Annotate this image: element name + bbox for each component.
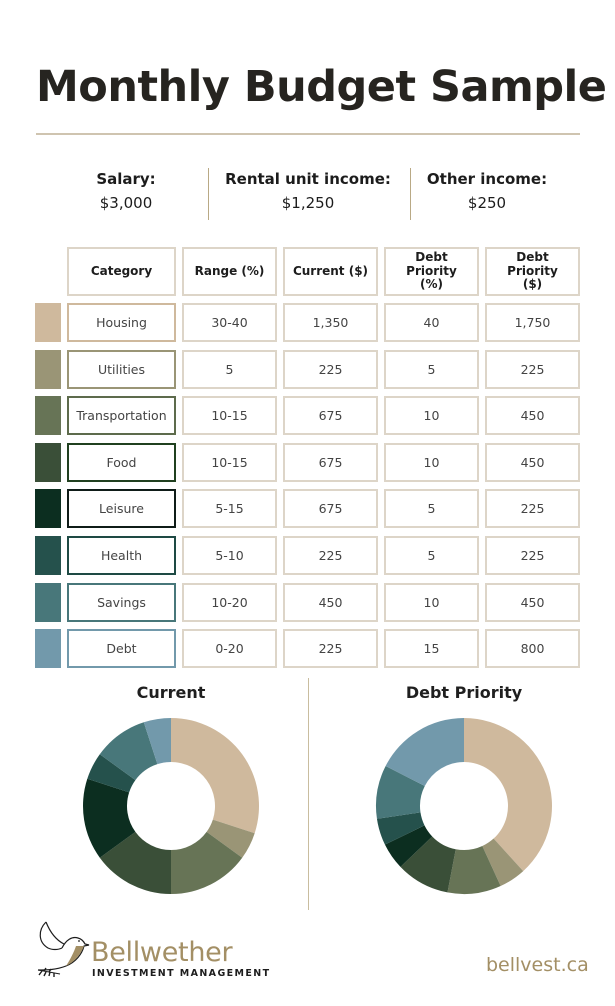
cell-range: 5 bbox=[182, 349, 277, 389]
cell-debt-priority-usd: 800 bbox=[485, 629, 580, 669]
cell-category: Savings bbox=[67, 582, 176, 622]
cell-debt-priority-pct: 5 bbox=[384, 536, 479, 575]
cell-category: Leisure bbox=[67, 489, 176, 529]
donut-chart-debt-priority bbox=[376, 718, 552, 894]
category-color-swatch bbox=[35, 629, 61, 669]
income-rental: Rental unit income: $1,250 bbox=[218, 170, 398, 212]
cell-debt-priority-usd: 225 bbox=[485, 489, 580, 529]
donut-slice-housing bbox=[171, 718, 259, 834]
cell-debt-priority-usd: 225 bbox=[485, 349, 580, 389]
cell-current: 675 bbox=[283, 396, 378, 436]
category-color-swatch bbox=[35, 536, 61, 575]
header-category: Category bbox=[67, 247, 176, 296]
income-salary: Salary: $3,000 bbox=[36, 170, 216, 212]
chart-divider bbox=[308, 678, 309, 910]
income-value: $250 bbox=[467, 194, 507, 212]
donut-chart-current bbox=[83, 718, 259, 894]
cell-debt-priority-pct: 10 bbox=[384, 582, 479, 622]
cell-category: Utilities bbox=[67, 349, 176, 389]
cell-debt-priority-pct: 15 bbox=[384, 629, 479, 669]
cell-range: 10-15 bbox=[182, 442, 277, 482]
category-color-swatch bbox=[35, 489, 61, 529]
page-title: Monthly Budget Sample bbox=[36, 62, 607, 112]
cell-debt-priority-pct: 40 bbox=[384, 303, 479, 342]
cell-current: 225 bbox=[283, 349, 378, 389]
category-color-swatch bbox=[35, 303, 61, 342]
cell-debt-priority-usd: 450 bbox=[485, 396, 580, 436]
income-label: Salary: bbox=[96, 170, 156, 188]
chart-title-current: Current bbox=[136, 683, 206, 702]
cell-debt-priority-pct: 5 bbox=[384, 489, 479, 529]
cell-current: 225 bbox=[283, 629, 378, 669]
cell-category: Debt bbox=[67, 629, 176, 669]
cell-current: 225 bbox=[283, 536, 378, 575]
income-value: $1,250 bbox=[281, 194, 335, 212]
website-link[interactable]: bellvest.ca bbox=[486, 954, 589, 976]
cell-range: 10-15 bbox=[182, 396, 277, 436]
dove-icon bbox=[37, 921, 90, 977]
category-color-swatch bbox=[35, 442, 61, 482]
cell-debt-priority-usd: 225 bbox=[485, 536, 580, 575]
header-debt-priority-pct: Debt Priority (%) bbox=[384, 247, 479, 296]
category-color-swatch bbox=[35, 582, 61, 622]
cell-current: 1,350 bbox=[283, 303, 378, 342]
header-range: Range (%) bbox=[182, 247, 277, 296]
cell-current: 675 bbox=[283, 489, 378, 529]
cell-debt-priority-usd: 1,750 bbox=[485, 303, 580, 342]
income-value: $3,000 bbox=[99, 194, 153, 212]
cell-category: Housing bbox=[67, 303, 176, 342]
income-label: Rental unit income: bbox=[225, 170, 391, 188]
cell-category: Food bbox=[67, 442, 176, 482]
brand-subtitle: INVESTMENT MANAGEMENT bbox=[92, 968, 271, 979]
header-debt-priority-usd: Debt Priority ($) bbox=[485, 247, 580, 296]
cell-debt-priority-pct: 10 bbox=[384, 396, 479, 436]
cell-range: 10-20 bbox=[182, 582, 277, 622]
income-label: Other income: bbox=[426, 170, 548, 188]
cell-current: 450 bbox=[283, 582, 378, 622]
brand-name: Bellwether bbox=[91, 937, 233, 968]
category-color-swatch bbox=[35, 396, 61, 436]
cell-current: 675 bbox=[283, 442, 378, 482]
cell-range: 5-15 bbox=[182, 489, 277, 529]
cell-range: 5-10 bbox=[182, 536, 277, 575]
cell-debt-priority-pct: 5 bbox=[384, 349, 479, 389]
cell-debt-priority-usd: 450 bbox=[485, 442, 580, 482]
title-divider bbox=[36, 133, 580, 135]
income-other: Other income: $250 bbox=[397, 170, 577, 212]
cell-category: Transportation bbox=[67, 396, 176, 436]
cell-debt-priority-pct: 10 bbox=[384, 442, 479, 482]
cell-range: 30-40 bbox=[182, 303, 277, 342]
cell-debt-priority-usd: 450 bbox=[485, 582, 580, 622]
chart-title-debt-priority: Debt Priority bbox=[405, 683, 523, 702]
category-color-swatch bbox=[35, 349, 61, 389]
income-divider bbox=[208, 168, 209, 220]
header-current: Current ($) bbox=[283, 247, 378, 296]
cell-range: 0-20 bbox=[182, 629, 277, 669]
cell-category: Health bbox=[67, 536, 176, 575]
